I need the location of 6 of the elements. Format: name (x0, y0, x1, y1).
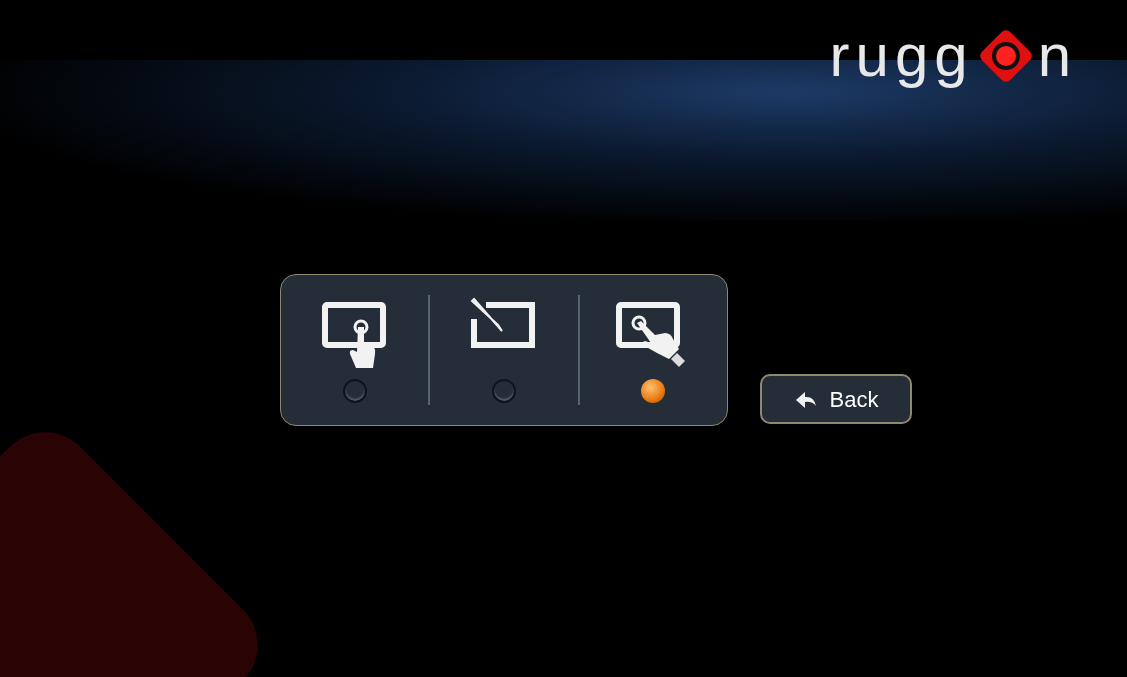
radio-button[interactable] (342, 379, 367, 403)
logo-text: rugg (829, 26, 974, 86)
logo-text: n (1037, 26, 1071, 86)
back-button[interactable]: Back (760, 374, 912, 424)
radio-button[interactable] (641, 379, 666, 403)
radio-button[interactable] (492, 379, 516, 403)
